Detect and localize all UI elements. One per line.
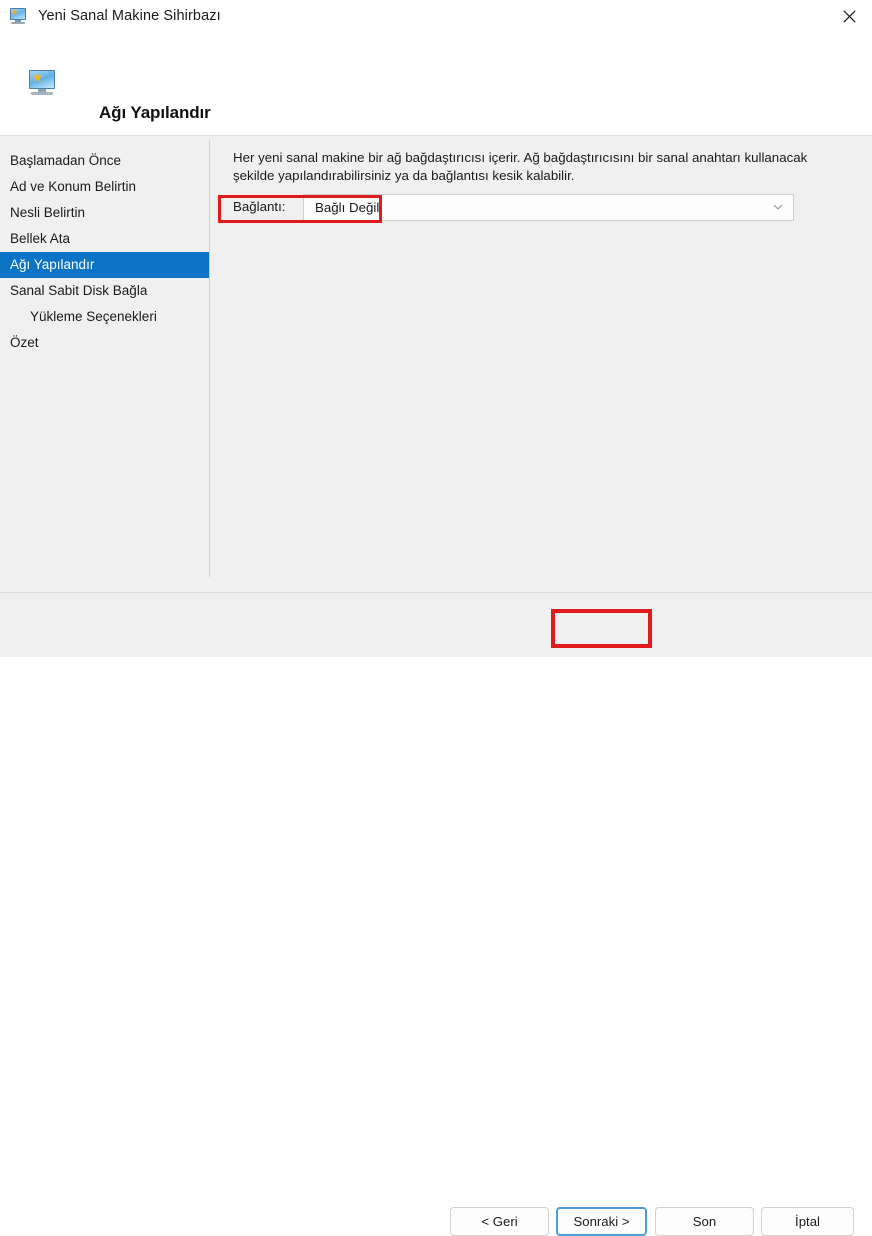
connection-field: Bağlantı: Bağlı Değil [222, 194, 794, 222]
finish-button[interactable]: Son [655, 1207, 754, 1236]
dialog-footer: < Geri Sonraki > Son İptal [0, 593, 872, 1236]
cancel-button[interactable]: İptal [761, 1207, 854, 1236]
connection-dropdown[interactable]: Bağlı Değil [303, 194, 794, 221]
sidebar-item-agi-yapilandir[interactable]: Ağı Yapılandır [0, 252, 209, 278]
title-bar: Yeni Sanal Makine Sihirbazı [0, 0, 872, 32]
connection-label: Bağlantı: [233, 199, 286, 214]
wizard-window: Yeni Sanal Makine Sihirbazı Ağı Yapıland… [0, 0, 872, 1236]
close-icon[interactable] [826, 0, 872, 32]
page-title: Ağı Yapılandır [99, 103, 211, 122]
chevron-down-icon [773, 204, 783, 211]
next-button[interactable]: Sonraki > [556, 1207, 647, 1236]
back-button[interactable]: < Geri [450, 1207, 549, 1236]
page-header: Ağı Yapılandır [0, 32, 872, 136]
sidebar-item-ozet[interactable]: Özet [0, 330, 209, 356]
virtual-machine-icon [28, 70, 56, 95]
sidebar-item-ad-ve-konum-belirtin[interactable]: Ad ve Konum Belirtin [0, 174, 209, 200]
sidebar-item-baslamadan-once[interactable]: Başlamadan Önce [0, 148, 209, 174]
window-title: Yeni Sanal Makine Sihirbazı [38, 8, 221, 24]
virtual-machine-icon [9, 8, 27, 24]
description-text: Her yeni sanal makine bir ağ bağdaştırıc… [233, 150, 808, 183]
wizard-steps-sidebar: Başlamadan Önce Ad ve Konum Belirtin Nes… [0, 136, 209, 592]
main-content: Her yeni sanal makine bir ağ bağdaştırıc… [209, 136, 872, 592]
sidebar-item-yukleme-secenekleri[interactable]: Yükleme Seçenekleri [0, 304, 209, 330]
sidebar-item-nesli-belirtin[interactable]: Nesli Belirtin [0, 200, 209, 226]
sidebar-item-sanal-sabit-disk-bagla[interactable]: Sanal Sabit Disk Bağla [0, 278, 209, 304]
sidebar-item-bellek-ata[interactable]: Bellek Ata [0, 226, 209, 252]
dialog-body: Başlamadan Önce Ad ve Konum Belirtin Nes… [0, 136, 872, 592]
connection-selected-value: Bağlı Değil [315, 200, 380, 215]
